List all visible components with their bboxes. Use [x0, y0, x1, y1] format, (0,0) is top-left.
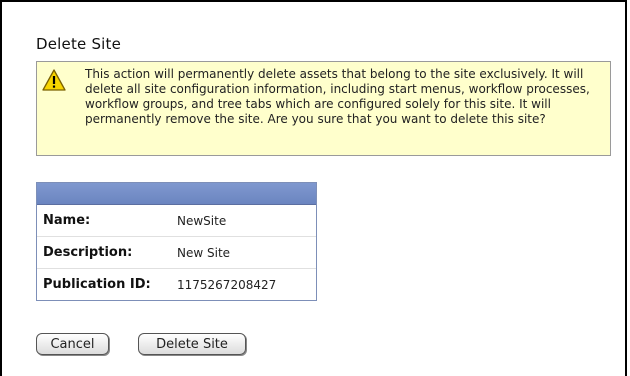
- delete-site-button[interactable]: Delete Site: [138, 333, 246, 355]
- description-label: Description:: [43, 245, 133, 260]
- warning-icon: [42, 69, 66, 91]
- site-info-table: Name: NewSite Description: New Site Publ…: [36, 182, 317, 301]
- warning-text: This action will permanently delete asse…: [85, 67, 590, 126]
- description-value: New Site: [177, 245, 231, 260]
- cancel-button[interactable]: Cancel: [36, 333, 109, 355]
- table-row: Name: NewSite: [37, 205, 316, 237]
- page-title: Delete Site: [36, 35, 122, 53]
- dialog-frame: Delete Site This action will permanently…: [0, 0, 627, 376]
- table-header: [37, 183, 316, 205]
- publication-id-value: 1175267208427: [177, 277, 277, 292]
- name-label: Name:: [43, 213, 91, 228]
- publication-id-label: Publication ID:: [43, 277, 151, 292]
- table-row: Description: New Site: [37, 237, 316, 269]
- warning-message-box: This action will permanently delete asse…: [36, 61, 611, 156]
- table-row: Publication ID: 1175267208427: [37, 269, 316, 300]
- name-value: NewSite: [177, 213, 227, 228]
